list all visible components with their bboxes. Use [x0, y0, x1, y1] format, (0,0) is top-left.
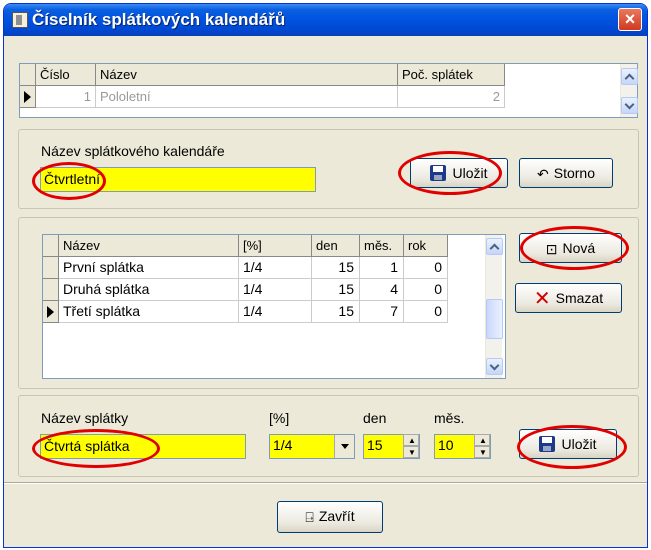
scroll-up-button[interactable]: [486, 238, 503, 255]
scroll-down-button[interactable]: [486, 358, 503, 375]
scroll-down-button[interactable]: [621, 97, 638, 114]
arrow-up-icon: ▲: [408, 436, 416, 445]
cell-den: 15: [312, 301, 360, 323]
installment-form-panel: Název splátky Čtvrtá splátka [%] 1/4 den…: [18, 395, 639, 477]
chevron-down-icon: [489, 360, 500, 371]
row-indicator: [43, 279, 59, 301]
chevron-up-icon: [489, 243, 500, 254]
cell-den: 15: [312, 279, 360, 301]
cell-pct: 1/4: [239, 301, 312, 323]
cell-nazev: Třetí splátka: [59, 301, 239, 323]
cell-rok: 0: [404, 301, 448, 323]
save-calendar-button[interactable]: Uložit: [410, 158, 508, 188]
column-header-rok[interactable]: rok: [404, 235, 448, 257]
column-header-den[interactable]: den: [312, 235, 360, 257]
den-up-button[interactable]: ▲: [403, 434, 419, 446]
mes-stepper[interactable]: 10 ▲ ▼: [434, 434, 491, 459]
pct-value: 1/4: [273, 437, 293, 453]
save-installment-label: Uložit: [561, 436, 597, 452]
delete-installment-label: Smazat: [555, 290, 604, 306]
footer-separator: [4, 482, 647, 484]
installment-name-label: Název splátky: [41, 410, 129, 426]
save-icon: [539, 436, 556, 452]
cell-pocet: 2: [398, 86, 505, 108]
close-window-button[interactable]: ×: [618, 8, 642, 31]
row-indicator: [43, 301, 59, 323]
den-stepper[interactable]: 15 ▲ ▼: [363, 434, 420, 459]
close-button[interactable]: ⍈ Zavřít: [277, 501, 383, 533]
chevron-down-icon: [341, 444, 349, 449]
delete-installment-button[interactable]: ✕ Smazat: [515, 283, 622, 313]
cell-nazev: První splátka: [59, 257, 239, 279]
row-indicator: [20, 86, 36, 108]
scroll-thumb[interactable]: [486, 299, 503, 339]
column-header-mes[interactable]: měs.: [360, 235, 404, 257]
cancel-button[interactable]: ↶ Storno: [519, 158, 613, 188]
scroll-up-button[interactable]: [621, 68, 638, 85]
pct-label: [%]: [269, 410, 290, 426]
arrow-up-icon: ▲: [479, 436, 487, 445]
mes-down-button[interactable]: ▼: [474, 446, 490, 458]
column-header-nazev[interactable]: Název: [96, 64, 398, 86]
dialog-window: Číselník splátkových kalendářů × Číslo N…: [3, 3, 648, 548]
new-record-icon: ⊡: [545, 241, 558, 258]
calendars-grid[interactable]: Číslo Název Poč. splátek 1 Pololetní 2: [19, 63, 638, 118]
chevron-down-icon: [624, 99, 635, 110]
delete-x-icon: ✕: [533, 288, 551, 311]
cell-cislo: 1: [36, 86, 96, 108]
cell-rok: 0: [404, 279, 448, 301]
current-row-arrow-icon: [24, 91, 31, 103]
column-header-pct[interactable]: [%]: [239, 235, 312, 257]
arrow-down-icon: ▼: [408, 448, 416, 457]
new-installment-button[interactable]: ⊡ Nová: [519, 233, 622, 263]
column-header-pocet[interactable]: Poč. splátek: [398, 64, 505, 86]
cell-den: 15: [312, 257, 360, 279]
close-label: Zavřít: [318, 508, 355, 524]
pct-select[interactable]: 1/4: [269, 434, 355, 459]
arrow-down-icon: ▼: [479, 448, 487, 457]
grid-corner: [43, 235, 59, 257]
cell-nazev: Pololetní: [96, 86, 398, 108]
installment-name-input[interactable]: Čtvrtá splátka: [40, 434, 246, 459]
save-icon: [430, 165, 447, 181]
save-calendar-label: Uložit: [452, 165, 488, 181]
den-value: 15: [367, 437, 383, 453]
column-header-nazev[interactable]: Název: [59, 235, 239, 257]
title-bar: Číselník splátkových kalendářů ×: [4, 4, 647, 36]
cell-rok: 0: [404, 257, 448, 279]
calendar-name-input[interactable]: Čtvrtletní: [40, 167, 316, 192]
new-installment-label: Nová: [562, 240, 596, 256]
installments-grid[interactable]: Název [%] den měs. rok První splátka 1/4…: [42, 234, 506, 379]
mes-value: 10: [438, 437, 454, 453]
save-installment-button[interactable]: Uložit: [519, 429, 617, 459]
grid-corner: [20, 64, 36, 86]
current-row-arrow-icon: [47, 306, 54, 318]
den-down-button[interactable]: ▼: [403, 446, 419, 458]
undo-icon: ↶: [537, 166, 549, 183]
cancel-label: Storno: [553, 165, 595, 181]
mes-up-button[interactable]: ▲: [474, 434, 490, 446]
exit-door-icon: ⍈: [305, 509, 314, 526]
column-header-cislo[interactable]: Číslo: [36, 64, 96, 86]
calendars-scrollbar[interactable]: [620, 64, 638, 117]
cell-mes: 7: [360, 301, 404, 323]
window-title: Číselník splátkových kalendářů: [32, 10, 286, 29]
dropdown-button[interactable]: [334, 435, 354, 458]
cell-mes: 4: [360, 279, 404, 301]
calendar-name-label: Název splátkového kalendáře: [41, 143, 225, 159]
cell-mes: 1: [360, 257, 404, 279]
installments-scrollbar[interactable]: [485, 235, 503, 378]
cell-pct: 1/4: [239, 257, 312, 279]
calendar-form-panel: Název splátkového kalendáře Čtvrtletní U…: [18, 129, 639, 209]
cell-nazev: Druhá splátka: [59, 279, 239, 301]
cell-pct: 1/4: [239, 279, 312, 301]
row-indicator: [43, 257, 59, 279]
den-label: den: [363, 410, 387, 426]
app-icon: [12, 12, 28, 28]
mes-label: měs.: [434, 410, 465, 426]
chevron-up-icon: [624, 73, 635, 84]
